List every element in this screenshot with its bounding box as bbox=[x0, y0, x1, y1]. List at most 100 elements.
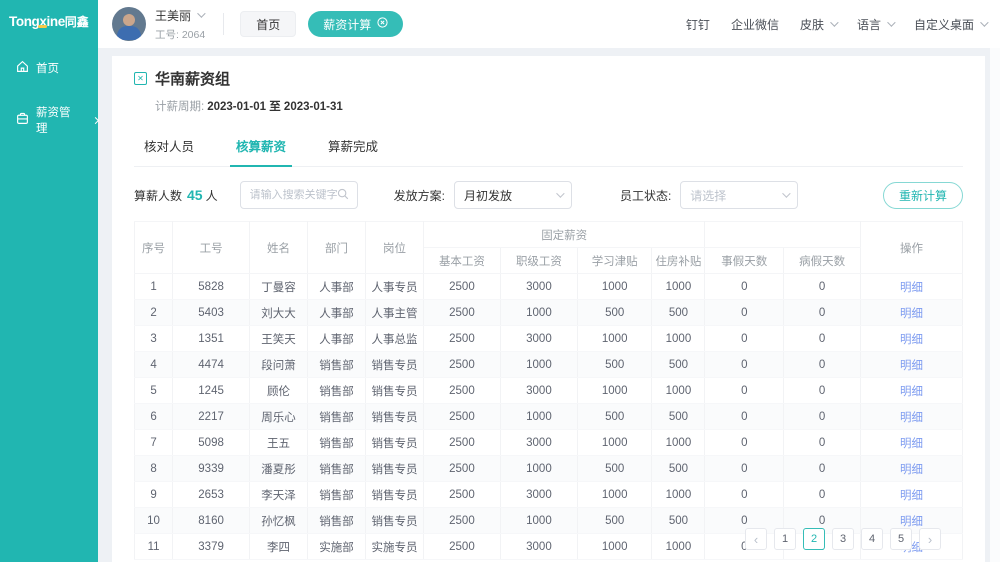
brand-logo-cn: 同鑫 bbox=[65, 15, 89, 29]
detail-link[interactable]: 明细 bbox=[900, 412, 923, 424]
table-cell: 销售专员 bbox=[365, 352, 423, 378]
table-cell: 0 bbox=[705, 482, 784, 508]
prev-page-button[interactable]: ‹ bbox=[745, 528, 767, 550]
user-dropdown[interactable]: 王美丽 bbox=[155, 7, 205, 24]
sub-col-header: 事假天数 bbox=[705, 248, 784, 274]
table-cell: 1000 bbox=[577, 274, 652, 300]
page-tabs: 核对人员 核算薪资 算薪完成 bbox=[134, 126, 963, 167]
detail-link[interactable]: 明细 bbox=[900, 360, 923, 372]
sidebar-item-home[interactable]: 首页 bbox=[0, 60, 98, 76]
table-cell: 人事专员 bbox=[365, 274, 423, 300]
page-title-row: ✕ 华南薪资组 bbox=[134, 68, 963, 89]
col-header: 工号 bbox=[173, 222, 250, 274]
page-number-button[interactable]: 4 bbox=[861, 528, 883, 550]
table-row: 75098王五销售部销售专员250030001000100000明细 bbox=[135, 430, 963, 456]
table-cell: 1000 bbox=[500, 508, 577, 534]
table-row: 89339潘夏彤销售部销售专员2500100050050000明细 bbox=[135, 456, 963, 482]
user-meta: 王美丽 工号: 2064 bbox=[155, 7, 205, 42]
table-cell: 销售专员 bbox=[365, 482, 423, 508]
status-label: 员工状态: bbox=[620, 187, 671, 204]
avatar-head bbox=[123, 14, 135, 26]
chevron-down-icon bbox=[197, 9, 205, 17]
table-cell: 5403 bbox=[173, 300, 250, 326]
page-number-button[interactable]: 1 bbox=[774, 528, 796, 550]
sub-col-header: 病假天数 bbox=[784, 248, 861, 274]
detail-link[interactable]: 明细 bbox=[900, 308, 923, 320]
table-cell: 1000 bbox=[652, 274, 705, 300]
table-cell: 3 bbox=[135, 326, 173, 352]
table-cell: 500 bbox=[652, 352, 705, 378]
status-select[interactable]: 请选择 bbox=[680, 181, 798, 209]
page-number-button[interactable]: 3 bbox=[832, 528, 854, 550]
detail-link[interactable]: 明细 bbox=[900, 334, 923, 346]
menu-item-language[interactable]: 语言 bbox=[857, 16, 893, 33]
count-unit: 人 bbox=[206, 187, 218, 204]
menu-item-wecom[interactable]: 企业微信 bbox=[731, 16, 779, 33]
nav-chip-label: 首页 bbox=[256, 16, 280, 33]
table-cell: 销售部 bbox=[308, 404, 366, 430]
col-header: 序号 bbox=[135, 222, 173, 274]
table-cell: 王笑天 bbox=[250, 326, 308, 352]
table-cell: 1000 bbox=[500, 352, 577, 378]
tab-calc-salary[interactable]: 核算薪资 bbox=[234, 126, 288, 166]
user-name: 王美丽 bbox=[155, 7, 191, 24]
table-cell: 人事主管 bbox=[365, 300, 423, 326]
col-header: 部门 bbox=[308, 222, 366, 274]
table-cell: 人事部 bbox=[308, 274, 366, 300]
table-cell: 5 bbox=[135, 378, 173, 404]
action-cell: 明细 bbox=[861, 482, 963, 508]
nav-chip-payroll-calc[interactable]: 薪资计算 bbox=[308, 11, 403, 37]
tab-check-staff[interactable]: 核对人员 bbox=[142, 126, 196, 166]
detail-link[interactable]: 明细 bbox=[900, 516, 923, 528]
table-cell: 3000 bbox=[500, 326, 577, 352]
table-row: 92653李天泽销售部销售专员250030001000100000明细 bbox=[135, 482, 963, 508]
pagination: ‹ 12345 › bbox=[745, 528, 941, 550]
table-cell: 1000 bbox=[652, 326, 705, 352]
table-cell: 人事总监 bbox=[365, 326, 423, 352]
page-title: 华南薪资组 bbox=[155, 68, 230, 89]
table-cell: 销售部 bbox=[308, 482, 366, 508]
table-cell: 1000 bbox=[577, 378, 652, 404]
table-cell: 500 bbox=[577, 404, 652, 430]
action-cell: 明细 bbox=[861, 300, 963, 326]
tab-calc-done[interactable]: 算薪完成 bbox=[326, 126, 380, 166]
topbar-right-menu: 钉钉 企业微信 皮肤 语言 自定义桌面 bbox=[686, 16, 986, 33]
attendance-group-header bbox=[705, 222, 861, 248]
table-cell: 1000 bbox=[652, 378, 705, 404]
plan-select[interactable]: 月初发放 bbox=[454, 181, 572, 209]
detail-link[interactable]: 明细 bbox=[900, 490, 923, 502]
table-cell: 1000 bbox=[500, 404, 577, 430]
detail-link[interactable]: 明细 bbox=[900, 386, 923, 398]
table-cell: 11 bbox=[135, 534, 173, 560]
table-cell: 实施专员 bbox=[365, 534, 423, 560]
vertical-scrollbar-track[interactable] bbox=[990, 48, 1000, 562]
menu-item-custom-desktop[interactable]: 自定义桌面 bbox=[914, 16, 986, 33]
table-cell: 0 bbox=[784, 326, 861, 352]
table-row: 31351王笑天人事部人事总监250030001000100000明细 bbox=[135, 326, 963, 352]
wallet-icon bbox=[16, 112, 29, 128]
search-icon[interactable] bbox=[337, 188, 349, 203]
detail-link[interactable]: 明细 bbox=[900, 282, 923, 294]
sidebar-item-payroll[interactable]: 薪资管理 bbox=[0, 104, 98, 136]
page-number-button[interactable]: 2 bbox=[803, 528, 825, 550]
recalculate-button[interactable]: 重新计算 bbox=[883, 182, 963, 209]
table-cell: 1245 bbox=[173, 378, 250, 404]
close-circle-icon[interactable] bbox=[377, 17, 388, 31]
table-cell: 3000 bbox=[500, 534, 577, 560]
avatar[interactable] bbox=[112, 7, 146, 41]
table-cell: 实施部 bbox=[308, 534, 366, 560]
detail-link[interactable]: 明细 bbox=[900, 464, 923, 476]
nav-chip-home[interactable]: 首页 bbox=[240, 11, 296, 37]
search-input[interactable] bbox=[250, 189, 337, 201]
col-header: 岗位 bbox=[365, 222, 423, 274]
menu-item-dingtalk[interactable]: 钉钉 bbox=[686, 16, 710, 33]
detail-link[interactable]: 明细 bbox=[900, 438, 923, 450]
menu-item-skin[interactable]: 皮肤 bbox=[800, 16, 836, 33]
table-cell: 1000 bbox=[577, 482, 652, 508]
table-cell: 0 bbox=[784, 378, 861, 404]
table-cell: 1000 bbox=[652, 534, 705, 560]
action-cell: 明细 bbox=[861, 404, 963, 430]
table-cell: 0 bbox=[705, 430, 784, 456]
next-page-button[interactable]: › bbox=[919, 528, 941, 550]
page-number-button[interactable]: 5 bbox=[890, 528, 912, 550]
